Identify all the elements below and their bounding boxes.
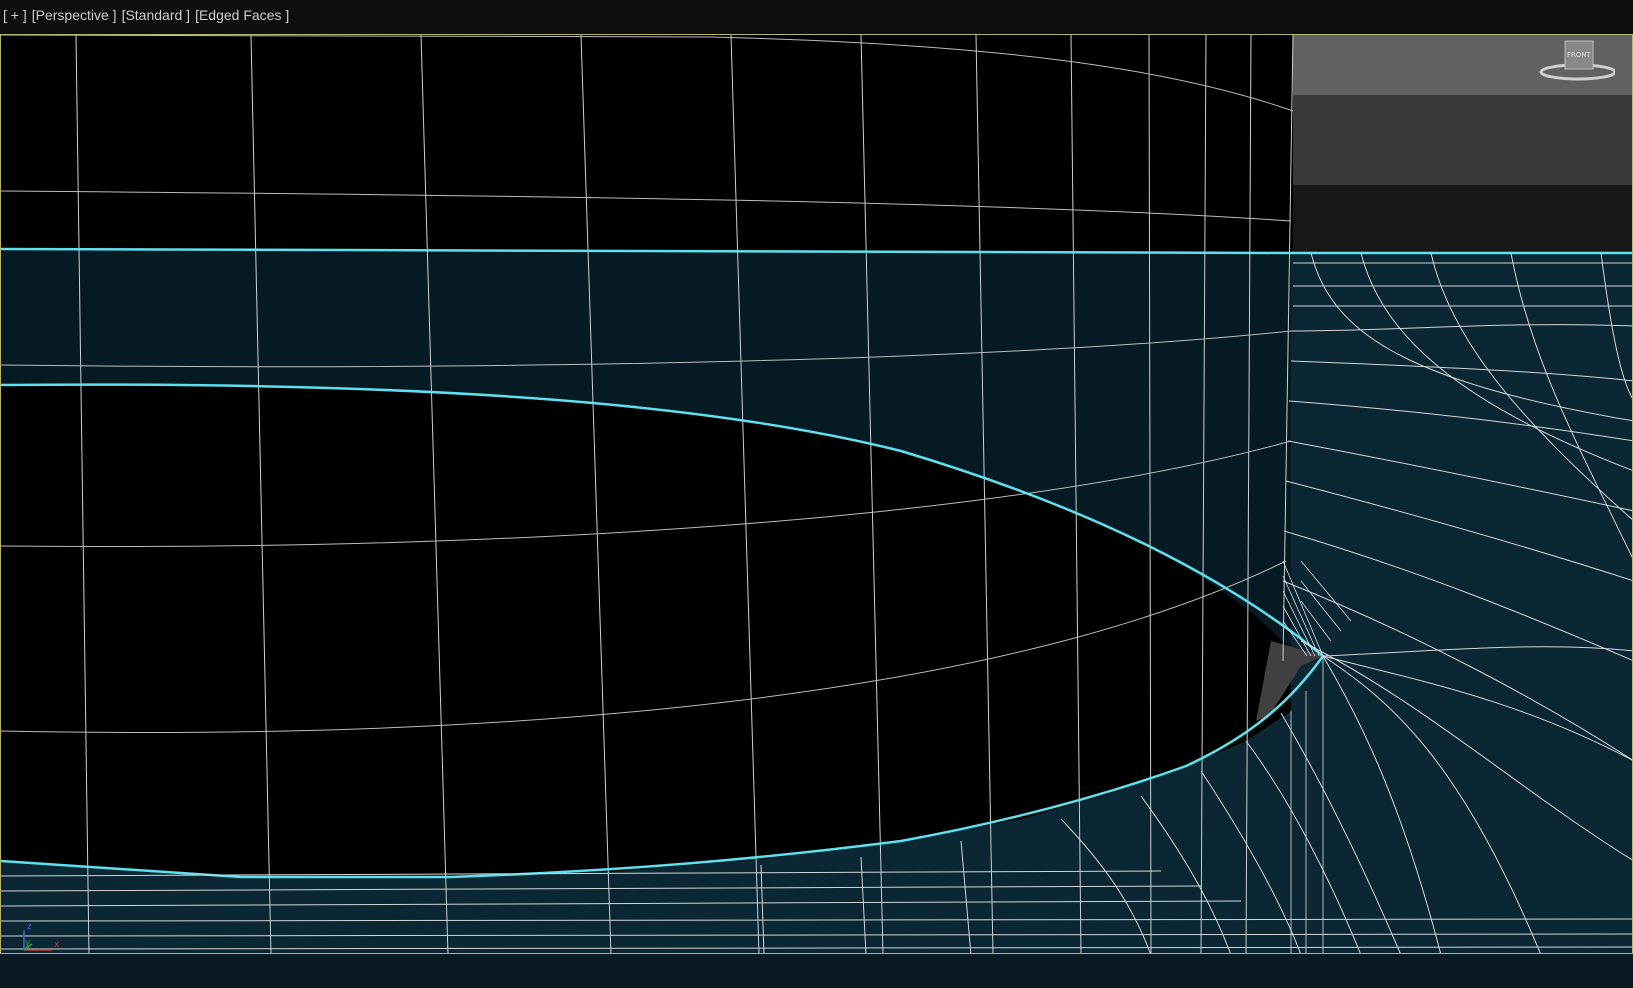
viewport-canvas[interactable]: [0, 34, 1633, 954]
axis-z-label: z: [27, 922, 32, 932]
axis-y-label: y: [25, 938, 31, 948]
viewport-shading-menu[interactable]: [Edged Faces ]: [195, 7, 289, 23]
viewport-header: [ + ] [Perspective ] [Standard ] [Edged …: [0, 0, 1633, 34]
viewport-view-menu[interactable]: [Perspective ]: [32, 7, 117, 23]
viewport-label-menu: [ + ] [Perspective ] [Standard ] [Edged …: [3, 7, 289, 23]
viewport-standard-menu[interactable]: [Standard ]: [122, 7, 191, 23]
wireframe-scene[interactable]: [1, 35, 1633, 954]
viewport-plus-menu[interactable]: [ + ]: [3, 7, 27, 23]
axis-x-label: x: [54, 940, 60, 950]
status-strip: [0, 954, 1633, 988]
viewcube-front-label: FRONT: [1567, 51, 1592, 59]
viewcube[interactable]: FRONT: [1535, 37, 1617, 87]
viewcube-icon[interactable]: FRONT: [1535, 37, 1617, 87]
axis-tripod-icon: x y z: [18, 922, 62, 954]
viewport-window: [ + ] [Perspective ] [Standard ] [Edged …: [0, 0, 1633, 988]
